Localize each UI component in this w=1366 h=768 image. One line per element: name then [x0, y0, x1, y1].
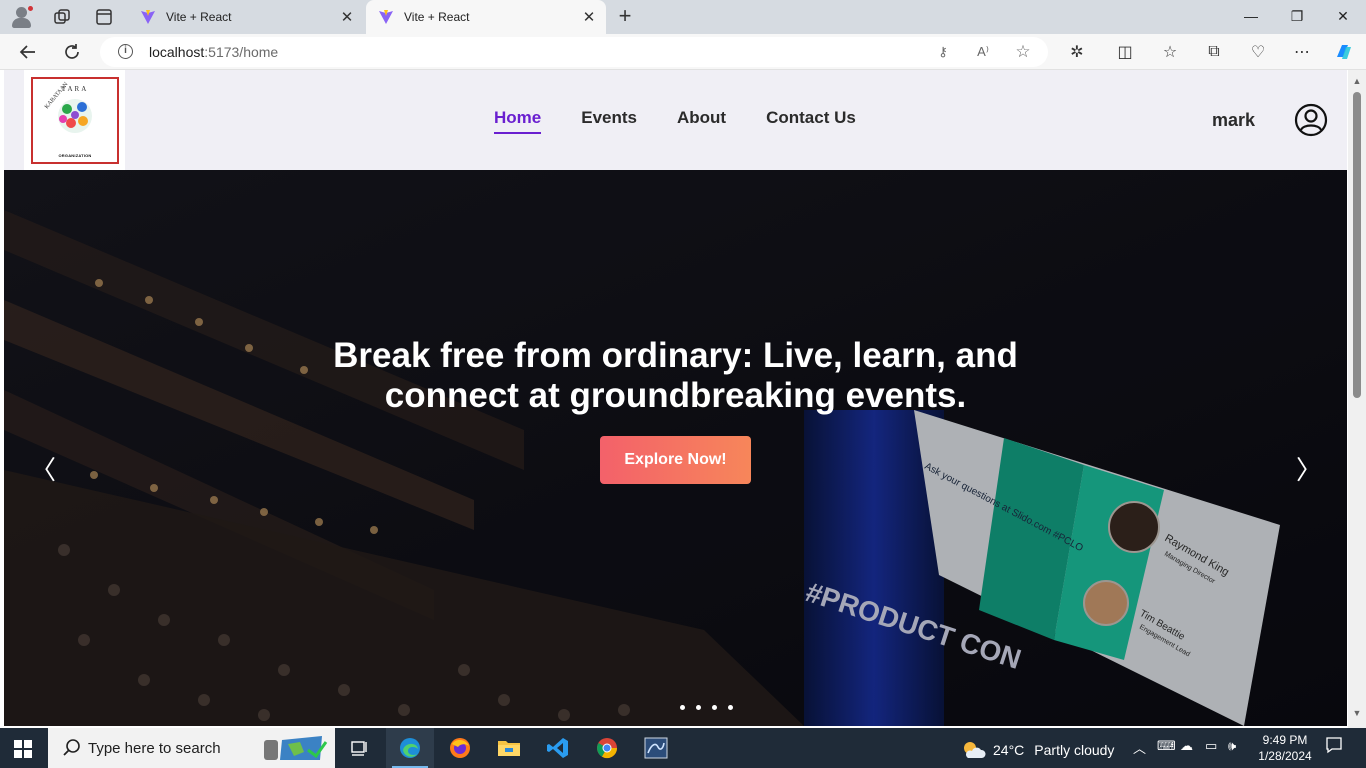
minimize-button[interactable]: —: [1228, 0, 1274, 32]
taskbar-clock[interactable]: 9:49 PM 1/28/2024: [1255, 732, 1315, 764]
browser-essentials-icon[interactable]: ♡: [1244, 39, 1272, 65]
hero-heading-line: Break free from ordinary: Live, learn, a…: [333, 336, 1018, 375]
hero-heading: Break free from ordinary: Live, learn, a…: [254, 336, 1097, 416]
organization-logo: TARA KABATAAN ORGANIZATION: [31, 77, 119, 164]
onedrive-icon[interactable]: ☁: [1180, 738, 1193, 754]
refresh-button[interactable]: [58, 39, 86, 65]
file-explorer-taskbar-icon[interactable]: [485, 728, 533, 768]
explore-now-button[interactable]: Explore Now!: [600, 436, 751, 484]
show-hidden-icons-chevron-icon[interactable]: ︿: [1133, 738, 1146, 757]
browser-tab-strip: Vite + React ✕ Vite + React ✕ + — ❐ ✕: [0, 0, 1366, 34]
edge-taskbar-icon[interactable]: [386, 728, 434, 768]
close-window-button[interactable]: ✕: [1320, 0, 1366, 32]
site-info-icon[interactable]: i: [118, 44, 133, 59]
hero-carousel: Raymond King Managing Director Tim Beatt…: [4, 170, 1347, 726]
meet-now-icon[interactable]: ⌨: [1157, 738, 1176, 754]
split-screen-icon[interactable]: ◫: [1111, 39, 1139, 65]
logo-link[interactable]: TARA KABATAAN ORGANIZATION: [24, 70, 125, 170]
settings-more-icon[interactable]: ⋯: [1288, 39, 1316, 65]
windows-taskbar: Type here to search 24°C Partly cloudy ︿…: [0, 728, 1366, 768]
page-viewport: TARA KABATAAN ORGANIZATION Home Events A…: [0, 70, 1366, 728]
carousel-next-icon[interactable]: 〉: [1296, 454, 1322, 486]
notifications-icon[interactable]: [1325, 736, 1343, 757]
carousel-dot[interactable]: [680, 705, 685, 710]
chrome-taskbar-icon[interactable]: [583, 728, 631, 768]
site-navbar: TARA KABATAAN ORGANIZATION Home Events A…: [4, 70, 1347, 170]
vite-icon: [379, 10, 393, 24]
page: TARA KABATAAN ORGANIZATION Home Events A…: [4, 70, 1347, 726]
copilot-icon[interactable]: [1330, 39, 1358, 65]
scrollbar-thumb[interactable]: [1353, 92, 1361, 398]
windows-start-icon[interactable]: [14, 740, 32, 758]
scroll-down-icon[interactable]: ▼: [1348, 706, 1366, 720]
close-tab-icon[interactable]: ✕: [578, 6, 600, 28]
close-tab-icon[interactable]: ✕: [336, 6, 358, 28]
user-account-icon[interactable]: [1294, 103, 1328, 137]
address-bar[interactable]: i localhost:5173/home ⚷ A⁾ ☆: [100, 37, 1048, 67]
username-label[interactable]: mark: [1212, 110, 1255, 131]
clock-time: 9:49 PM: [1262, 733, 1308, 747]
new-tab-button[interactable]: +: [612, 4, 638, 30]
browser-tab[interactable]: Vite + React ✕: [128, 0, 364, 34]
search-placeholder: Type here to search: [88, 740, 221, 757]
tab-title: Vite + React: [166, 10, 232, 24]
carousel-dot[interactable]: [728, 705, 733, 710]
nav-link-events[interactable]: Events: [581, 108, 637, 134]
collections-icon[interactable]: ⧉: [1200, 39, 1228, 65]
page-scrollbar[interactable]: ▲ ▼: [1348, 70, 1366, 728]
logo-org-text: ORGANIZATION: [58, 153, 92, 158]
scroll-up-icon[interactable]: ▲: [1348, 74, 1366, 88]
network-icon[interactable]: ▭: [1205, 738, 1217, 754]
favorites-icon[interactable]: ☆: [1156, 39, 1184, 65]
nav-link-contact[interactable]: Contact Us: [766, 108, 856, 134]
back-button[interactable]: [14, 39, 42, 65]
nav-link-about[interactable]: About: [677, 108, 726, 134]
clock-date: 1/28/2024: [1258, 749, 1312, 763]
main-nav: Home Events About Contact Us: [494, 108, 896, 134]
profile-icon[interactable]: [10, 5, 34, 29]
carousel-prev-icon[interactable]: 〈: [30, 454, 56, 486]
search-highlight-icon: [264, 736, 328, 760]
favorite-star-icon[interactable]: ☆: [1014, 42, 1032, 61]
volume-icon[interactable]: 🕪: [1228, 738, 1236, 754]
carousel-dot[interactable]: [712, 705, 717, 710]
key-icon[interactable]: ⚷: [934, 43, 952, 61]
tab-actions-icon[interactable]: [94, 7, 114, 27]
logo-emblem: TARA KABATAAN: [44, 81, 92, 133]
database-app-taskbar-icon[interactable]: [632, 728, 680, 768]
taskbar-search-box[interactable]: Type here to search: [48, 728, 335, 768]
tab-title: Vite + React: [404, 10, 470, 24]
browser-toolbar: i localhost:5173/home ⚷ A⁾ ☆ ✲ ◫ ☆ ⧉ ♡ ⋯: [0, 34, 1366, 70]
weather-desc: Partly cloudy: [1034, 742, 1115, 758]
vite-icon: [141, 10, 155, 24]
browser-tab-active[interactable]: Vite + React ✕: [366, 0, 606, 34]
workspaces-icon[interactable]: [52, 7, 72, 27]
search-icon: [63, 739, 80, 756]
carousel-indicators: [680, 705, 733, 710]
read-aloud-icon[interactable]: A⁾: [974, 43, 992, 61]
firefox-taskbar-icon[interactable]: [436, 728, 484, 768]
back-arrow-icon: [19, 45, 35, 59]
task-view-icon[interactable]: [336, 728, 384, 768]
refresh-icon: [65, 44, 79, 59]
vscode-taskbar-icon[interactable]: [534, 728, 582, 768]
nav-link-home[interactable]: Home: [494, 108, 542, 134]
weather-temp: 24°C: [993, 742, 1025, 758]
restore-button[interactable]: ❐: [1274, 0, 1320, 32]
partly-cloudy-icon: [964, 742, 986, 758]
hero-heading-line: connect at groundbreaking events.: [384, 376, 967, 415]
url-text: localhost:5173/home: [149, 44, 279, 60]
carousel-dot[interactable]: [696, 705, 701, 710]
extensions-icon[interactable]: ✲: [1063, 39, 1091, 65]
weather-widget[interactable]: 24°C Partly cloudy: [960, 739, 1114, 761]
